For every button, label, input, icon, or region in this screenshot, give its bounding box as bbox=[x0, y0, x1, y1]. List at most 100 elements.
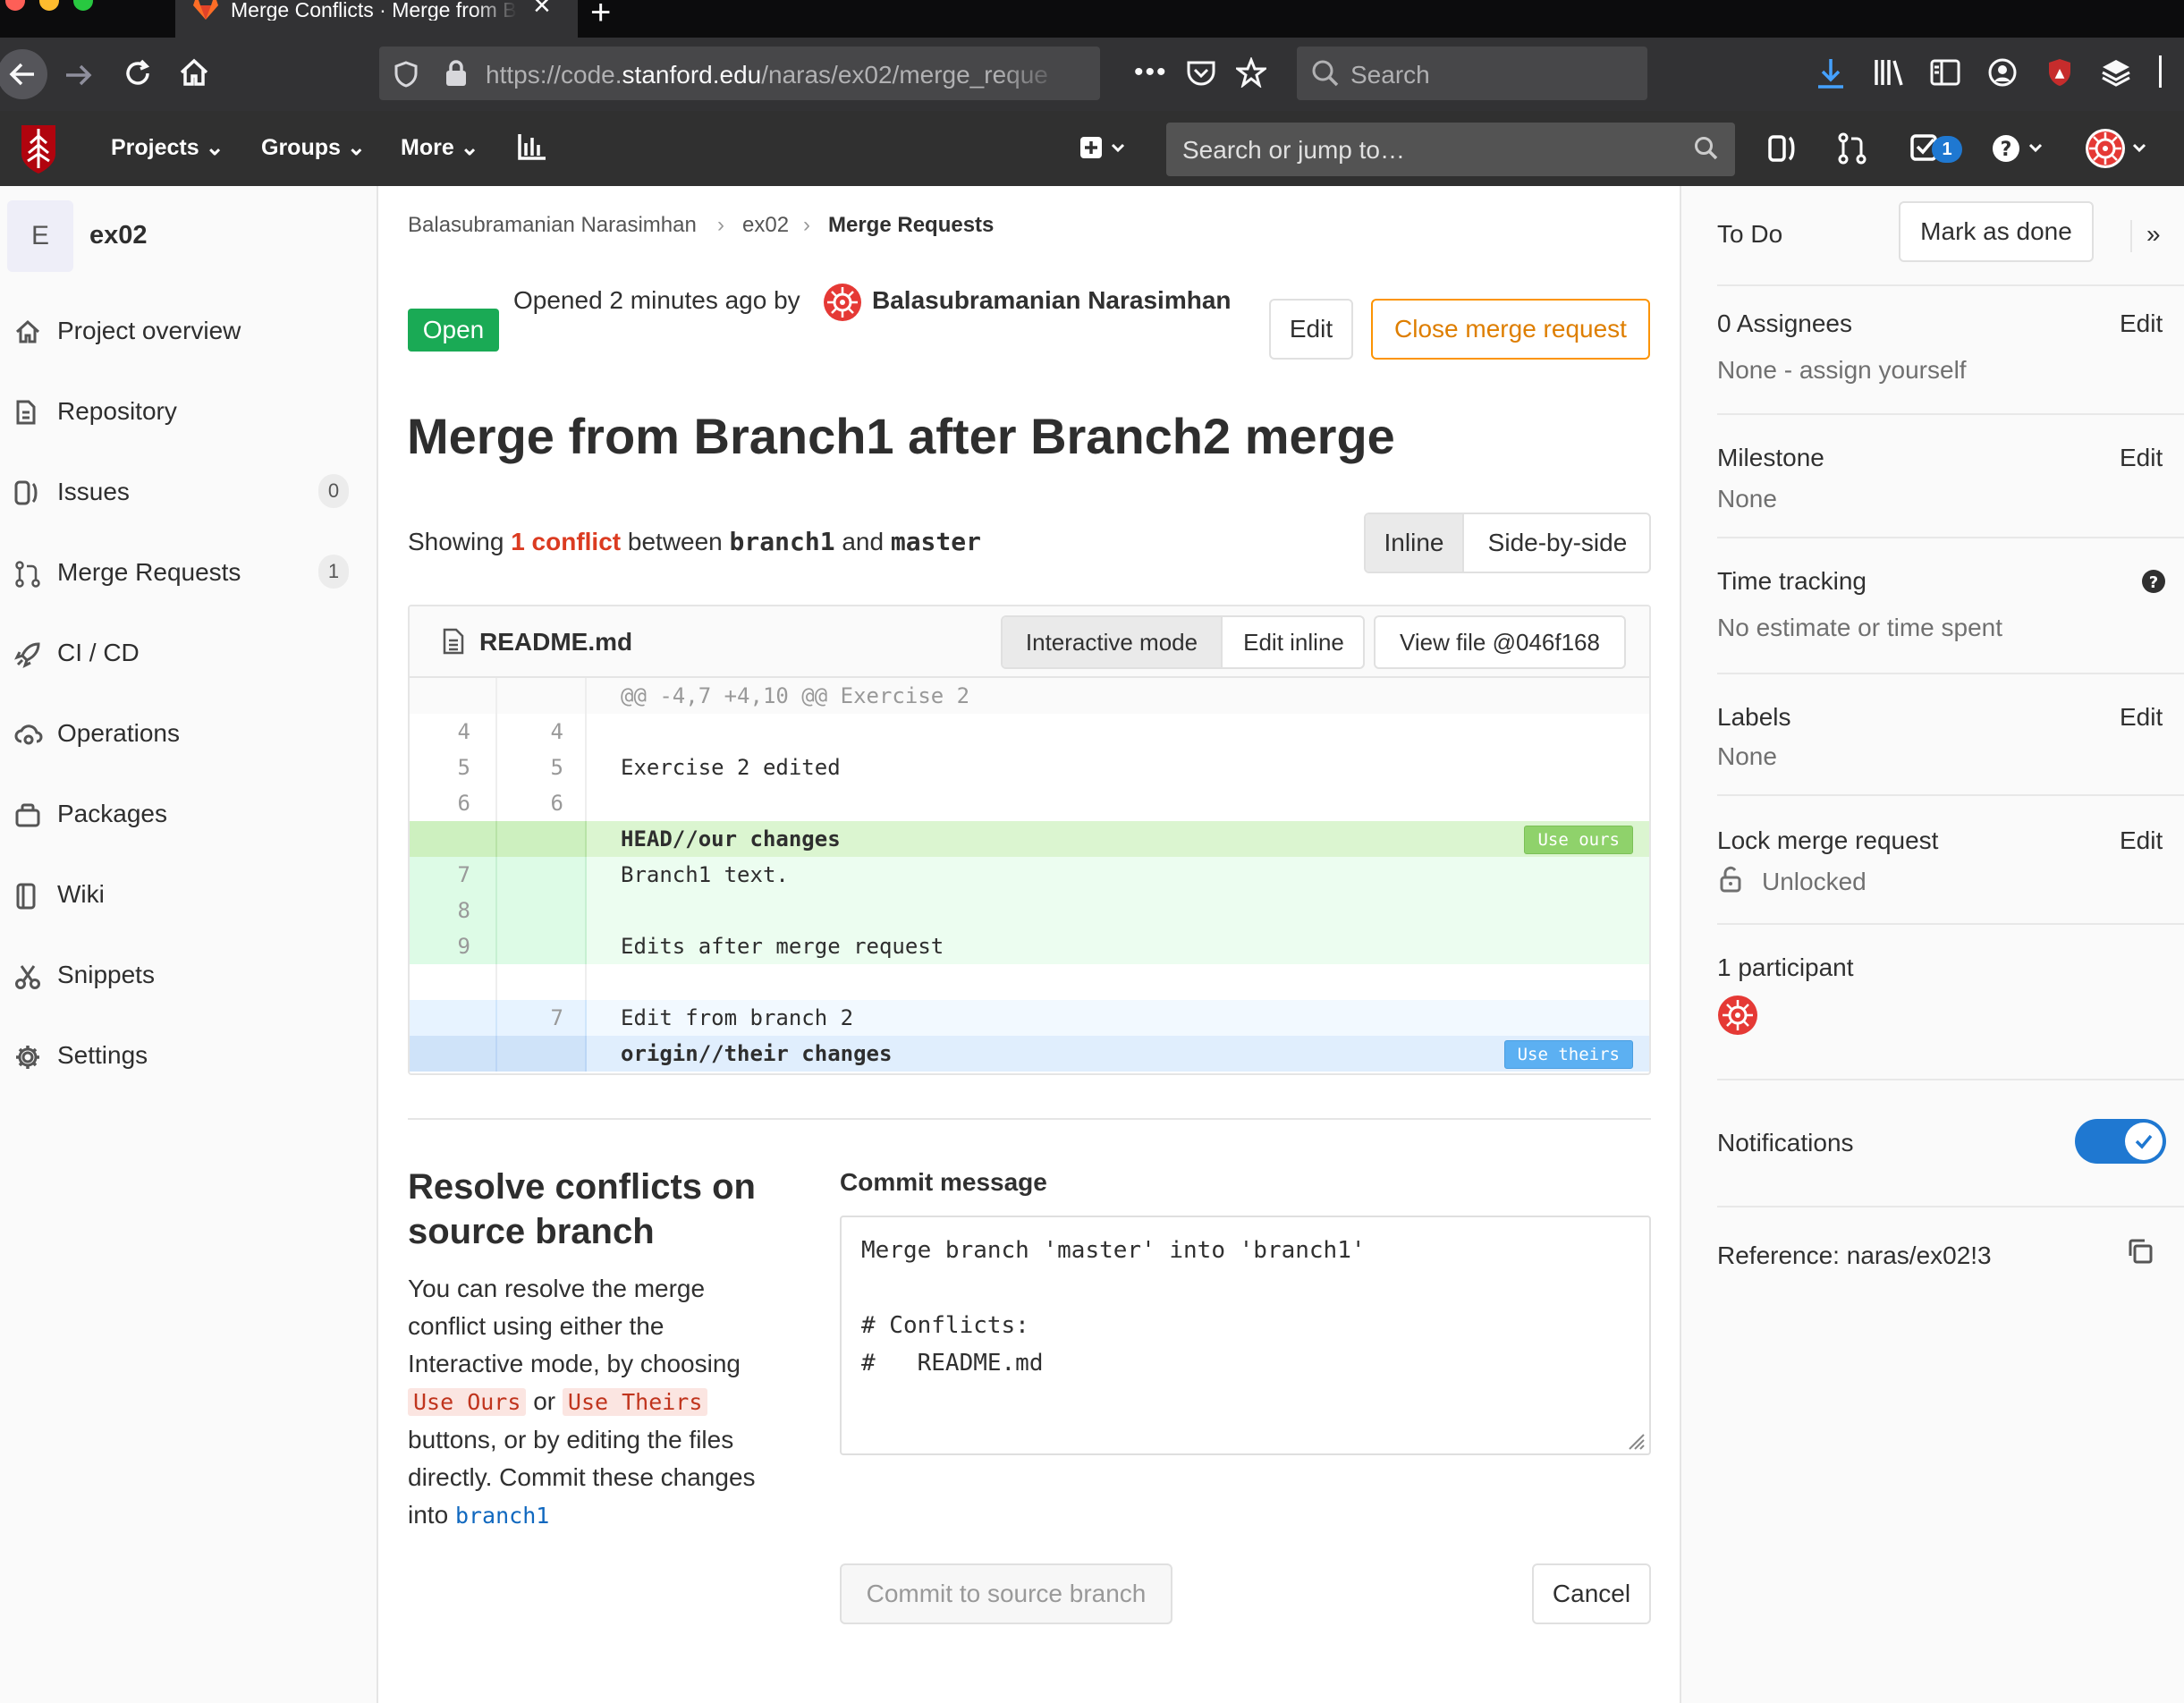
copy-reference-icon[interactable] bbox=[2127, 1238, 2154, 1265]
view-file-button[interactable]: View file @046f168 bbox=[1374, 615, 1626, 669]
svg-text:?: ? bbox=[2149, 573, 2158, 592]
use-ours-code: Use Ours bbox=[408, 1388, 527, 1416]
pocket-icon[interactable] bbox=[1186, 59, 1216, 88]
bookmark-star-icon[interactable] bbox=[1236, 57, 1266, 88]
divider bbox=[1717, 923, 2184, 925]
url-text: https://code.stanford.edu/naras/ex02/mer… bbox=[486, 61, 1048, 89]
merge-request-icon bbox=[14, 561, 41, 588]
collapse-sidebar-icon[interactable]: » bbox=[2146, 220, 2161, 249]
source-branch-link[interactable]: branch1 bbox=[455, 1503, 549, 1529]
layers-extension-icon[interactable] bbox=[2100, 57, 2132, 88]
use-theirs-button[interactable]: Use theirs bbox=[1503, 1040, 1633, 1069]
browser-search-bar[interactable] bbox=[1297, 47, 1647, 100]
commit-to-source-branch-button[interactable]: Commit to source branch bbox=[840, 1563, 1172, 1624]
question-circle-icon[interactable]: ? bbox=[2141, 569, 2166, 594]
sidebar-toggle-icon[interactable] bbox=[1930, 59, 1960, 86]
nav-more[interactable]: More ⌄ bbox=[401, 134, 479, 161]
nav-groups[interactable]: Groups ⌄ bbox=[261, 134, 366, 161]
todos-count-badge: 1 bbox=[1932, 136, 1962, 163]
reload-icon[interactable] bbox=[122, 57, 154, 89]
side-by-side-view-button[interactable]: Side-by-side bbox=[1464, 514, 1649, 572]
breadcrumb-separator: › bbox=[803, 213, 810, 237]
cancel-button[interactable]: Cancel bbox=[1532, 1563, 1651, 1624]
account-icon[interactable] bbox=[1987, 57, 2018, 88]
downloads-icon[interactable] bbox=[1816, 57, 1846, 89]
home-icon bbox=[14, 319, 41, 344]
doc-icon bbox=[14, 400, 38, 425]
commit-message-field[interactable]: Merge branch 'master' into 'branch1' # C… bbox=[840, 1216, 1651, 1455]
divider bbox=[2130, 220, 2132, 252]
ours-line: 7 Branch1 text. bbox=[410, 857, 1649, 893]
lock-open-icon bbox=[1719, 866, 1742, 893]
browser-tab[interactable]: Merge Conflicts · Merge from Branch1 aft… bbox=[175, 0, 578, 38]
activity-chart-icon[interactable] bbox=[517, 132, 547, 161]
notifications-toggle[interactable] bbox=[2075, 1119, 2166, 1164]
resolve-mode-group: Interactive mode Edit inline bbox=[1001, 615, 1365, 669]
project-name[interactable]: ex02 bbox=[89, 221, 148, 250]
diff-hunk-header: @@ -4,7 +4,10 @@ Exercise 2 bbox=[410, 678, 1649, 714]
ublock-icon[interactable]: ▲ bbox=[2046, 57, 2073, 88]
header-issues-icon[interactable] bbox=[1767, 134, 1798, 163]
tracking-shield-icon[interactable] bbox=[394, 61, 419, 88]
user-avatar[interactable] bbox=[2084, 127, 2150, 172]
commit-message-label: Commit message bbox=[840, 1168, 1047, 1196]
library-icon[interactable] bbox=[1873, 57, 1905, 88]
use-theirs-code: Use Theirs bbox=[562, 1388, 708, 1416]
edit-button[interactable]: Edit bbox=[1269, 299, 1353, 360]
participant-avatar[interactable] bbox=[1717, 995, 1758, 1036]
labels-edit-link[interactable]: Edit bbox=[2120, 703, 2163, 732]
window-close-dot[interactable] bbox=[5, 0, 25, 11]
header-merge-requests-icon[interactable] bbox=[1837, 132, 1867, 165]
browser-search-icon bbox=[1311, 59, 1340, 88]
stanford-logo-icon[interactable] bbox=[18, 120, 59, 175]
labels-value: None bbox=[1717, 742, 1777, 770]
resize-handle-icon[interactable] bbox=[1624, 1429, 1646, 1451]
interactive-mode-button[interactable]: Interactive mode bbox=[1003, 617, 1223, 667]
page-actions-icon[interactable]: ••• bbox=[1134, 57, 1168, 88]
help-icon[interactable]: ? bbox=[1991, 132, 2048, 165]
reference-text: Reference: naras/ex02!3 bbox=[1717, 1241, 1992, 1269]
divider bbox=[1717, 794, 2184, 796]
lock-edit-link[interactable]: Edit bbox=[2120, 826, 2163, 855]
author-name[interactable]: Balasubramanian Narasimhan bbox=[872, 286, 1232, 315]
close-merge-request-button[interactable]: Close merge request bbox=[1371, 299, 1650, 360]
divider bbox=[1717, 1206, 2184, 1207]
milestone-edit-link[interactable]: Edit bbox=[2120, 444, 2163, 472]
assignees-edit-link[interactable]: Edit bbox=[2120, 309, 2163, 338]
breadcrumb-owner[interactable]: Balasubramanian Narasimhan bbox=[408, 213, 697, 238]
author-avatar[interactable] bbox=[823, 283, 862, 322]
todo-label: To Do bbox=[1717, 220, 1783, 248]
time-tracking-value: No estimate or time spent bbox=[1717, 614, 2003, 641]
breadcrumb-current[interactable]: Merge Requests bbox=[828, 213, 994, 238]
project-avatar[interactable]: E bbox=[7, 200, 73, 272]
back-button[interactable] bbox=[0, 48, 48, 100]
inline-view-button[interactable]: Inline bbox=[1366, 514, 1464, 572]
use-ours-button[interactable]: Use ours bbox=[1524, 826, 1633, 854]
breadcrumb-project[interactable]: ex02 bbox=[742, 213, 789, 238]
assignees-value[interactable]: None - assign yourself bbox=[1717, 356, 1967, 385]
book-icon bbox=[14, 883, 38, 910]
forward-button[interactable] bbox=[63, 59, 95, 91]
theirs-line bbox=[410, 964, 1649, 1000]
tab-close-icon[interactable]: × bbox=[533, 0, 551, 21]
notifications-label: Notifications bbox=[1717, 1129, 1854, 1157]
mark-as-done-button[interactable]: Mark as done bbox=[1899, 201, 2094, 262]
issues-icon bbox=[14, 480, 41, 505]
gitlab-search-placeholder: Search or jump to… bbox=[1182, 136, 1405, 164]
browser-search-placeholder: Search bbox=[1350, 61, 1430, 89]
nav-projects[interactable]: Projects ⌄ bbox=[111, 134, 224, 161]
participants-title: 1 participant bbox=[1717, 953, 1854, 981]
new-item-icon[interactable] bbox=[1079, 134, 1127, 161]
window-minimize-dot[interactable] bbox=[39, 0, 59, 11]
issues-count-badge: 0 bbox=[318, 474, 349, 508]
window-zoom-dot[interactable] bbox=[73, 0, 93, 11]
divider bbox=[1717, 537, 2184, 538]
svg-text:?: ? bbox=[2001, 139, 2012, 161]
edit-inline-button[interactable]: Edit inline bbox=[1223, 617, 1363, 667]
new-tab-icon[interactable]: + bbox=[590, 0, 611, 33]
overflow-menu-icon[interactable] bbox=[2159, 55, 2163, 88]
theirs-header-line: origin//their changes Use theirs bbox=[410, 1036, 1649, 1072]
home-browser-icon[interactable] bbox=[177, 55, 211, 89]
scissors-icon bbox=[14, 963, 41, 990]
diff-line: 44 bbox=[410, 714, 1649, 750]
